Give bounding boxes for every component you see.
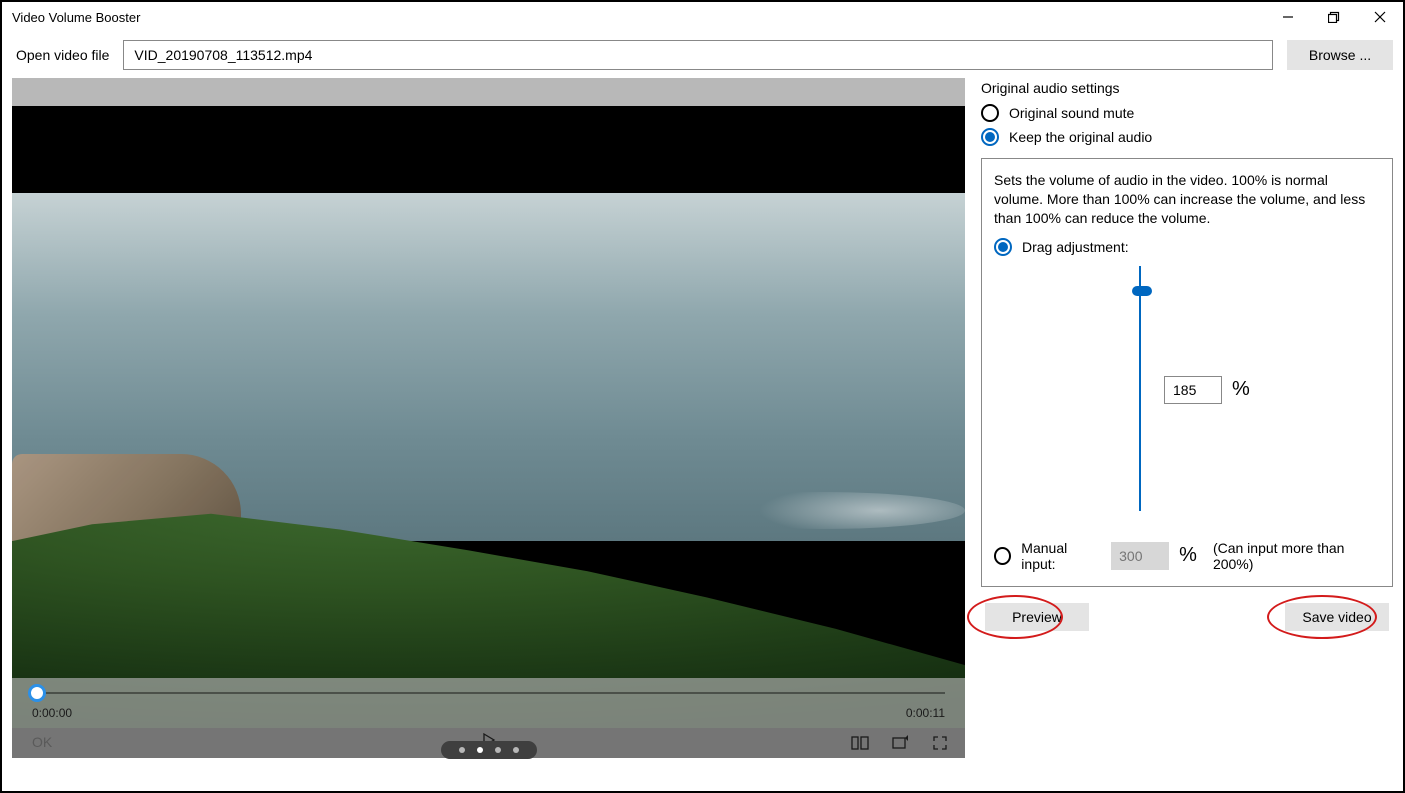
time-duration: 0:00:11 <box>906 706 945 720</box>
preview-button[interactable]: Preview <box>985 603 1089 631</box>
volume-description: Sets the volume of audio in the video. 1… <box>994 171 1380 228</box>
radio-mute-label: Original sound mute <box>1009 105 1134 121</box>
carousel-dots <box>441 741 537 759</box>
loop-icon[interactable] <box>891 734 909 752</box>
seek-thumb[interactable] <box>28 684 46 702</box>
manual-percent-sign: % <box>1179 544 1197 567</box>
drag-adjustment-row[interactable]: Drag adjustment: <box>994 238 1380 256</box>
fullscreen-icon[interactable] <box>931 734 949 752</box>
manual-input-row[interactable]: Manual input: % (Can input more than 200… <box>994 540 1380 572</box>
dot-1 <box>459 747 465 753</box>
volume-box: Sets the volume of audio in the video. 1… <box>981 158 1393 587</box>
radio-mute-row[interactable]: Original sound mute <box>981 104 1393 122</box>
manual-note: (Can input more than 200%) <box>1213 540 1380 572</box>
deinterlace-icon[interactable] <box>851 734 869 752</box>
radio-mute[interactable] <box>981 104 999 122</box>
close-button[interactable] <box>1357 2 1403 32</box>
seek-track[interactable] <box>32 692 945 694</box>
main-split: 0:00:00 0:00:11 OK <box>2 78 1403 768</box>
video-topbar <box>12 78 965 106</box>
title-bar: Video Volume Booster <box>2 2 1403 32</box>
dot-2 <box>477 747 483 753</box>
ok-label: OK <box>32 734 52 750</box>
settings-panel: Original audio settings Original sound m… <box>981 78 1393 758</box>
browse-button[interactable]: Browse ... <box>1287 40 1393 70</box>
window-controls <box>1265 2 1403 32</box>
volume-slider-area: % <box>994 266 1380 526</box>
save-video-button[interactable]: Save video <box>1285 603 1389 631</box>
manual-label: Manual input: <box>1021 540 1101 572</box>
file-row: Open video file Browse ... <box>2 32 1403 78</box>
dot-3 <box>495 747 501 753</box>
drag-label: Drag adjustment: <box>1022 239 1129 255</box>
volume-slider-thumb[interactable] <box>1132 286 1152 296</box>
volume-slider-track[interactable] <box>1139 266 1141 511</box>
percent-sign: % <box>1232 378 1250 401</box>
video-box: 0:00:00 0:00:11 OK <box>12 78 965 758</box>
radio-manual[interactable] <box>994 547 1011 565</box>
player-right-icons <box>851 734 949 752</box>
audio-section-title: Original audio settings <box>981 80 1393 96</box>
minimize-button[interactable] <box>1265 2 1311 32</box>
file-path-input[interactable] <box>123 40 1273 70</box>
manual-percent-input <box>1111 542 1169 570</box>
maximize-button[interactable] <box>1311 2 1357 32</box>
video-panel: 0:00:00 0:00:11 OK <box>12 78 965 758</box>
video-frame <box>12 106 965 728</box>
radio-keep-label: Keep the original audio <box>1009 129 1152 145</box>
app-title: Video Volume Booster <box>12 10 140 25</box>
radio-drag[interactable] <box>994 238 1012 256</box>
time-current: 0:00:00 <box>32 706 72 720</box>
radio-keep-row[interactable]: Keep the original audio <box>981 128 1393 146</box>
dot-4 <box>513 747 519 753</box>
radio-keep[interactable] <box>981 128 999 146</box>
open-file-label: Open video file <box>16 47 109 63</box>
volume-percent-input[interactable] <box>1164 376 1222 404</box>
action-buttons-row: Preview Save video <box>981 603 1393 631</box>
